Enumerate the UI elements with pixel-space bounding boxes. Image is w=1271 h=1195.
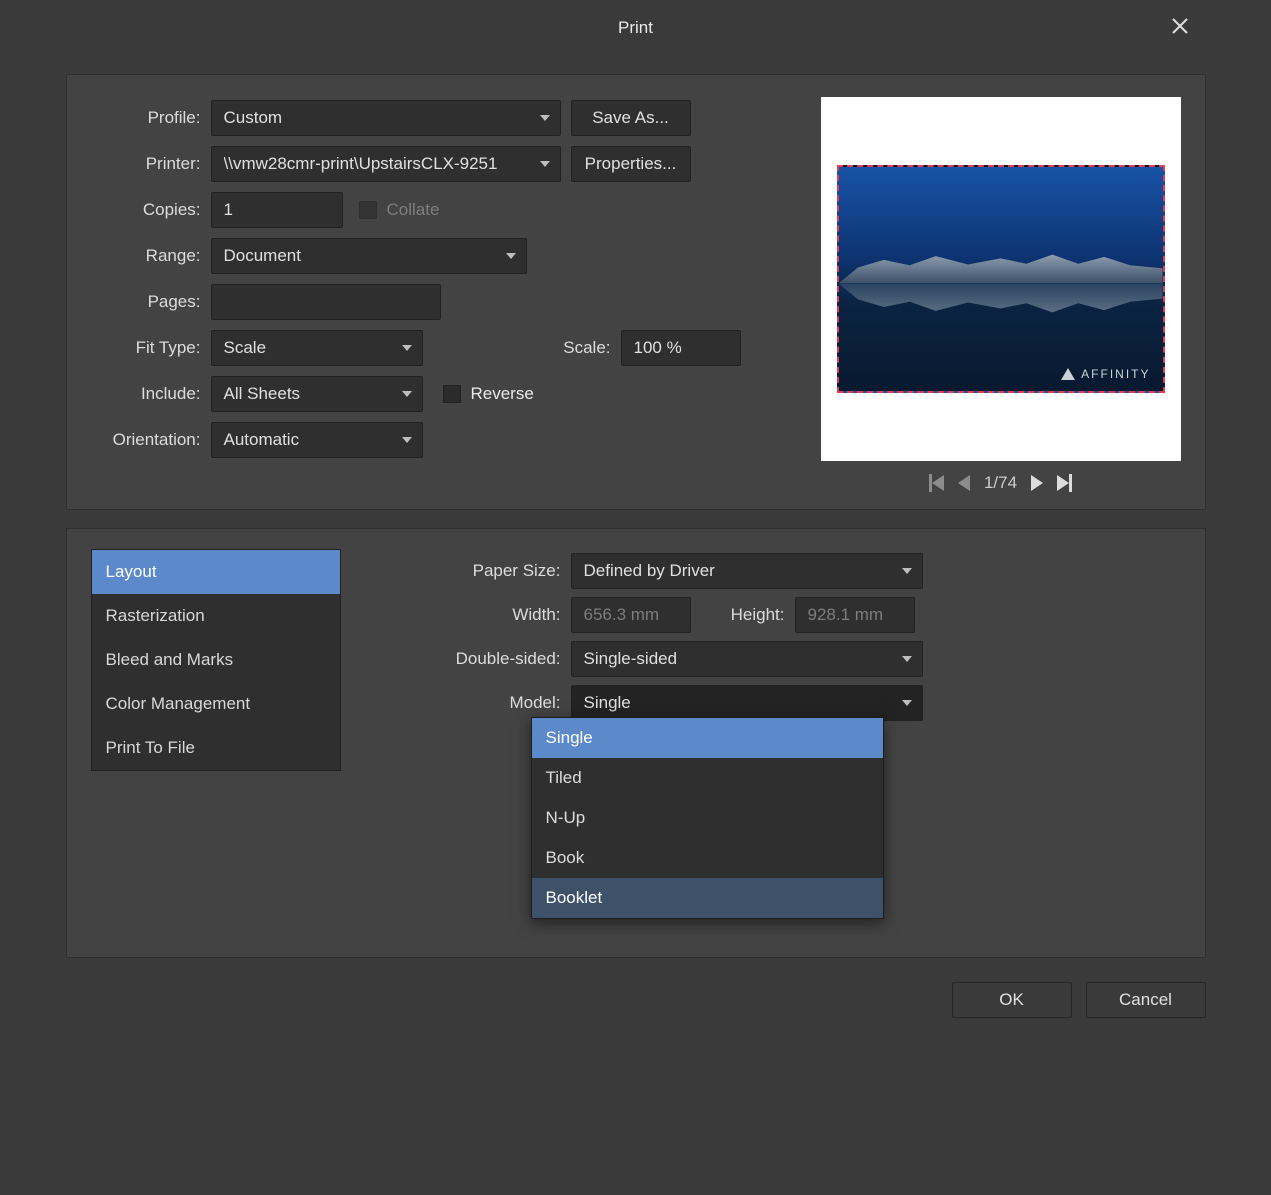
copies-label: Copies: [91, 200, 211, 220]
width-value: 656.3 mm [584, 605, 660, 625]
double-sided-label: Double-sided: [381, 649, 571, 669]
paper-size-label: Paper Size: [381, 561, 571, 581]
scale-value: 100 % [634, 338, 682, 358]
profile-select[interactable]: Custom [211, 100, 561, 136]
first-page-button[interactable] [929, 474, 944, 492]
settings-category-list: Layout Rasterization Bleed and Marks Col… [91, 549, 341, 771]
scale-input[interactable]: 100 % [621, 330, 741, 366]
chevron-down-icon [540, 115, 550, 121]
save-as-label: Save As... [592, 108, 669, 128]
copies-value: 1 [224, 200, 233, 220]
model-value: Single [584, 693, 631, 713]
sidebar-item-print-to-file[interactable]: Print To File [92, 726, 340, 770]
width-label: Width: [381, 605, 571, 625]
close-button[interactable] [1162, 8, 1198, 44]
model-option-book[interactable]: Book [532, 838, 883, 878]
title-bar: Print [66, 0, 1206, 56]
paper-size-value: Defined by Driver [584, 561, 715, 581]
fit-type-value: Scale [224, 338, 267, 358]
reverse-checkbox[interactable] [443, 385, 461, 403]
range-value: Document [224, 246, 301, 266]
preview-image-mountains [839, 245, 1163, 283]
chevron-down-icon [540, 161, 550, 167]
sidebar-item-color-management[interactable]: Color Management [92, 682, 340, 726]
orientation-value: Automatic [224, 430, 300, 450]
model-label: Model: [381, 693, 571, 713]
sidebar-item-bleed-and-marks[interactable]: Bleed and Marks [92, 638, 340, 682]
page-indicator: 1/74 [984, 473, 1017, 493]
preview-page: AFFINITY [821, 97, 1181, 461]
cancel-label: Cancel [1119, 990, 1172, 1010]
model-select[interactable]: Single [571, 685, 923, 721]
reverse-label: Reverse [471, 384, 534, 404]
pages-input[interactable] [211, 284, 441, 320]
fit-type-select[interactable]: Scale [211, 330, 423, 366]
copies-input[interactable]: 1 [211, 192, 343, 228]
ok-button[interactable]: OK [952, 982, 1072, 1018]
sidebar-item-layout[interactable]: Layout [92, 550, 340, 594]
model-option-tiled[interactable]: Tiled [532, 758, 883, 798]
double-sided-value: Single-sided [584, 649, 678, 669]
last-page-button[interactable] [1057, 474, 1072, 492]
save-as-button[interactable]: Save As... [571, 100, 691, 136]
model-option-single[interactable]: Single [532, 718, 883, 758]
fit-type-label: Fit Type: [91, 338, 211, 358]
next-page-button[interactable] [1031, 475, 1043, 491]
model-option-nup[interactable]: N-Up [532, 798, 883, 838]
model-dropdown[interactable]: Single Tiled N-Up Book Booklet [531, 717, 884, 919]
width-input[interactable]: 656.3 mm [571, 597, 691, 633]
chevron-down-icon [902, 700, 912, 706]
properties-button[interactable]: Properties... [571, 146, 691, 182]
chevron-down-icon [402, 437, 412, 443]
range-label: Range: [91, 246, 211, 266]
include-label: Include: [91, 384, 211, 404]
model-option-booklet[interactable]: Booklet [532, 878, 883, 918]
printer-value: \\vmw28cmr-print\UpstairsCLX-9251 [224, 154, 524, 174]
affinity-logo-icon [1061, 368, 1075, 380]
prev-page-button[interactable] [958, 475, 970, 491]
preview-image-reflection [839, 283, 1163, 321]
ok-label: OK [999, 990, 1024, 1010]
height-label: Height: [691, 605, 795, 625]
printer-label: Printer: [91, 154, 211, 174]
print-settings-panel: Profile: Custom Save As... Printer: \\vm… [66, 74, 1206, 510]
profile-label: Profile: [91, 108, 211, 128]
preview-pager: 1/74 [821, 473, 1181, 493]
collate-checkbox[interactable] [359, 201, 377, 219]
orientation-select[interactable]: Automatic [211, 422, 423, 458]
orientation-label: Orientation: [91, 430, 211, 450]
double-sided-select[interactable]: Single-sided [571, 641, 923, 677]
close-icon [1172, 18, 1188, 34]
printer-select[interactable]: \\vmw28cmr-print\UpstairsCLX-9251 [211, 146, 561, 182]
chevron-down-icon [402, 345, 412, 351]
layout-pane: Paper Size: Defined by Driver Width: 656… [341, 549, 1181, 771]
height-value: 928.1 mm [808, 605, 884, 625]
chevron-down-icon [506, 253, 516, 259]
dialog-title: Print [618, 18, 653, 38]
chevron-down-icon [902, 568, 912, 574]
scale-label: Scale: [531, 338, 621, 358]
affinity-watermark: AFFINITY [1061, 367, 1150, 381]
properties-label: Properties... [585, 154, 677, 174]
profile-value: Custom [224, 108, 283, 128]
include-select[interactable]: All Sheets [211, 376, 423, 412]
range-select[interactable]: Document [211, 238, 527, 274]
affinity-brand-text: AFFINITY [1081, 367, 1150, 381]
collate-label: Collate [387, 200, 440, 220]
sidebar-item-rasterization[interactable]: Rasterization [92, 594, 340, 638]
print-preview: AFFINITY 1/74 [821, 97, 1181, 493]
preview-content: AFFINITY [837, 165, 1165, 393]
chevron-down-icon [902, 656, 912, 662]
height-input[interactable]: 928.1 mm [795, 597, 915, 633]
include-value: All Sheets [224, 384, 301, 404]
advanced-settings-panel: Layout Rasterization Bleed and Marks Col… [66, 528, 1206, 958]
dialog-footer: OK Cancel [66, 982, 1206, 1018]
cancel-button[interactable]: Cancel [1086, 982, 1206, 1018]
paper-size-select[interactable]: Defined by Driver [571, 553, 923, 589]
pages-label: Pages: [91, 292, 211, 312]
chevron-down-icon [402, 391, 412, 397]
